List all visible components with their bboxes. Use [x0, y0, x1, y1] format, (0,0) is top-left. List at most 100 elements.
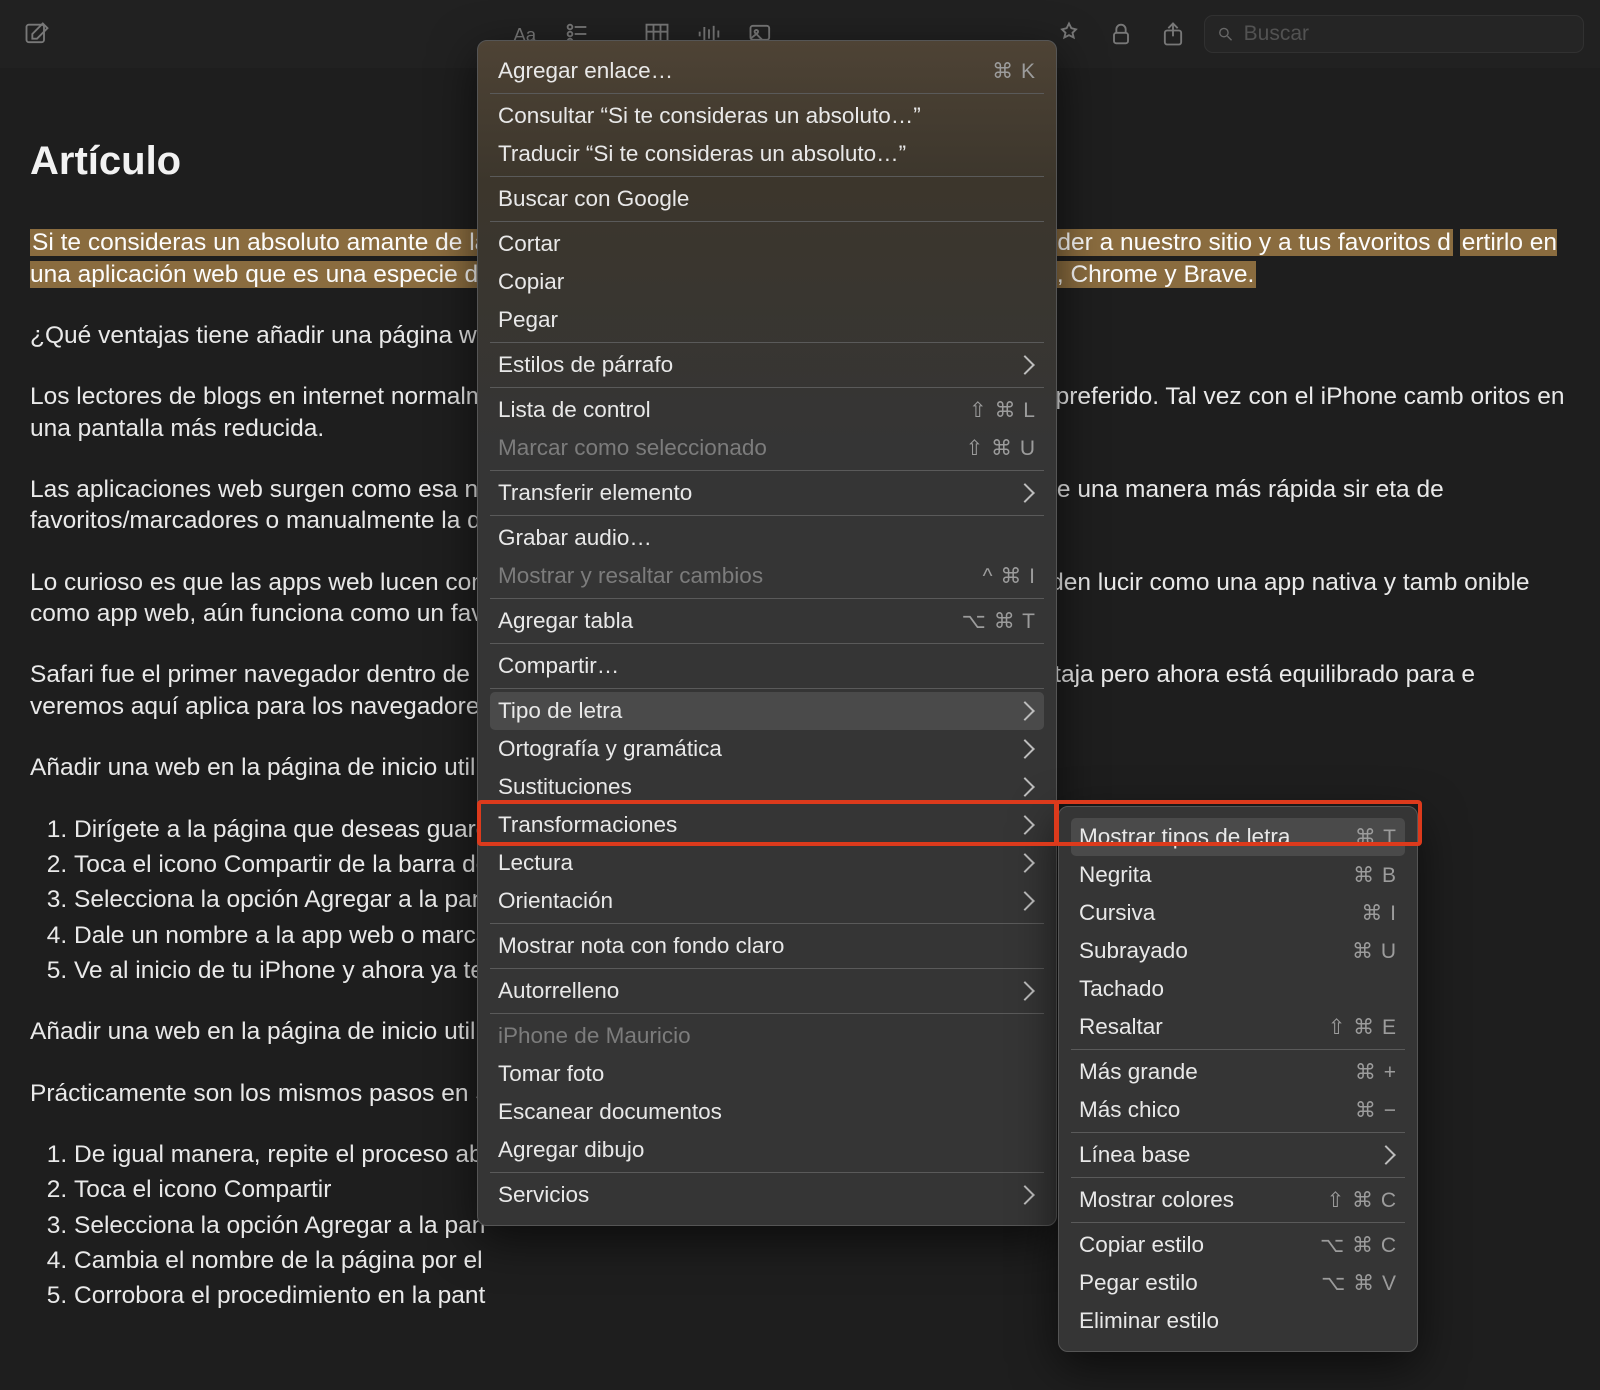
menu-item[interactable]: Tomar foto — [490, 1055, 1044, 1093]
menu-hotkey: ⌘ B — [1353, 863, 1397, 888]
chevron-right-icon — [1015, 355, 1035, 375]
menu-item[interactable]: Más grande ⌘ + — [1071, 1053, 1405, 1091]
menu-item: iPhone de Mauricio — [490, 1017, 1044, 1055]
menu-item-label: Resaltar — [1079, 1014, 1163, 1040]
menu-item-label: Orientación — [498, 888, 613, 914]
font-submenu[interactable]: Mostrar tipos de letra ⌘ T Negrita⌘ BCursi… — [1058, 806, 1418, 1352]
menu-item[interactable]: Cortar — [490, 225, 1044, 263]
menu-item[interactable]: Compartir… — [490, 647, 1044, 685]
menu-item[interactable]: Agregar tabla ⌥ ⌘ T — [490, 602, 1044, 640]
menu-item[interactable]: Orientación — [490, 882, 1044, 920]
menu-item[interactable]: Consultar “Si te consideras un absoluto…… — [490, 97, 1044, 135]
search-field[interactable] — [1204, 15, 1584, 53]
menu-item[interactable]: Cursiva⌘ I — [1071, 894, 1405, 932]
menu-item-label: Marcar como seleccionado — [498, 435, 767, 461]
menu-item[interactable]: Más chico ⌘ − — [1071, 1091, 1405, 1129]
menu-item[interactable]: Tachado — [1071, 970, 1405, 1008]
menu-item-label: Copiar estilo — [1079, 1232, 1204, 1258]
menu-item-label: Tipo de letra — [498, 698, 622, 724]
menu-item[interactable]: Buscar con Google — [490, 180, 1044, 218]
share-icon[interactable] — [1152, 13, 1194, 55]
menu-item: Mostrar y resaltar cambios ^ ⌘ I — [490, 557, 1044, 595]
menu-item[interactable]: Grabar audio… — [490, 519, 1044, 557]
menu-item[interactable]: Mostrar nota con fondo claro — [490, 927, 1044, 965]
menu-hotkey: ^ ⌘ I — [983, 564, 1036, 589]
menu-item[interactable]: Tipo de letra — [490, 692, 1044, 730]
menu-item-label: Compartir… — [498, 653, 619, 679]
menu-item-label: Escanear documentos — [498, 1099, 722, 1125]
menu-item[interactable]: Transformaciones — [490, 806, 1044, 844]
menu-item[interactable]: Eliminar estilo — [1071, 1302, 1405, 1340]
search-input[interactable] — [1244, 22, 1571, 46]
menu-item[interactable]: Lista de control⇧ ⌘ L — [490, 391, 1044, 429]
menu-item[interactable]: Agregar enlace…⌘ K — [490, 52, 1044, 90]
menu-hotkey: ⌘ I — [1361, 901, 1397, 926]
menu-hotkey: ⌥ ⌘ T — [962, 609, 1036, 634]
menu-item[interactable]: Escanear documentos — [490, 1093, 1044, 1131]
menu-item-label: Agregar tabla — [498, 608, 633, 634]
menu-item[interactable]: Servicios — [490, 1176, 1044, 1214]
menu-item-label: Subrayado — [1079, 938, 1188, 964]
menu-item-label: Línea base — [1079, 1142, 1190, 1168]
menu-item[interactable]: Pegar — [490, 301, 1044, 339]
chevron-right-icon — [1015, 1185, 1035, 1205]
menu-item-label: Tachado — [1079, 976, 1164, 1002]
menu-item-label: Autorrelleno — [498, 978, 619, 1004]
menu-hotkey: ⌘ T — [1355, 825, 1397, 850]
menu-item: Marcar como seleccionado⇧ ⌘ U — [490, 429, 1044, 467]
menu-hotkey: ⌘ − — [1355, 1098, 1397, 1123]
menu-item[interactable]: Transferir elemento — [490, 474, 1044, 512]
menu-item-label: Cortar — [498, 231, 561, 257]
menu-item-label: Mostrar tipos de letra — [1079, 824, 1290, 850]
menu-item[interactable]: Agregar dibujo — [490, 1131, 1044, 1169]
chevron-right-icon — [1015, 981, 1035, 1001]
menu-item-label: Mostrar y resaltar cambios — [498, 563, 763, 589]
menu-item-label: Sustituciones — [498, 774, 632, 800]
menu-item[interactable]: Pegar estilo ⌥ ⌘ V — [1071, 1264, 1405, 1302]
menu-item[interactable]: Ortografía y gramática — [490, 730, 1044, 768]
menu-item[interactable]: Copiar — [490, 263, 1044, 301]
menu-item[interactable]: Línea base — [1071, 1136, 1405, 1174]
menu-item[interactable]: Traducir “Si te consideras un absoluto…” — [490, 135, 1044, 173]
menu-item[interactable]: Autorrelleno — [490, 972, 1044, 1010]
chevron-right-icon — [1015, 853, 1035, 873]
chevron-right-icon — [1015, 815, 1035, 835]
menu-item[interactable]: Copiar estilo⌥ ⌘ C — [1071, 1226, 1405, 1264]
menu-item[interactable]: Mostrar colores⇧ ⌘ C — [1071, 1181, 1405, 1219]
menu-item[interactable]: Mostrar tipos de letra ⌘ T — [1071, 818, 1405, 856]
menu-hotkey: ⇧ ⌘ E — [1328, 1015, 1397, 1040]
menu-item[interactable]: Subrayado ⌘ U — [1071, 932, 1405, 970]
menu-item-label: Tomar foto — [498, 1061, 604, 1087]
chevron-right-icon — [1015, 739, 1035, 759]
menu-item-label: Estilos de párrafo — [498, 352, 673, 378]
menu-item-label: Transformaciones — [498, 812, 677, 838]
highlighted-text: Si te consideras un absoluto amante de l… — [30, 229, 490, 256]
menu-hotkey: ⇧ ⌘ C — [1327, 1188, 1397, 1213]
menu-item[interactable]: Sustituciones — [490, 768, 1044, 806]
chevron-right-icon — [1015, 701, 1035, 721]
menu-item-label: Buscar con Google — [498, 186, 689, 212]
menu-item-label: Más grande — [1079, 1059, 1198, 1085]
menu-item-label: Grabar audio… — [498, 525, 652, 551]
menu-item-label: Más chico — [1079, 1097, 1180, 1123]
menu-hotkey: ⌘ + — [1355, 1060, 1397, 1085]
menu-item[interactable]: Negrita⌘ B — [1071, 856, 1405, 894]
menu-item-label: Pegar — [498, 307, 558, 333]
menu-hotkey: ⌘ U — [1352, 939, 1397, 964]
menu-item-label: Consultar “Si te consideras un absoluto…… — [498, 103, 921, 129]
menu-item-label: Copiar — [498, 269, 564, 295]
menu-hotkey: ⇧ ⌘ L — [969, 398, 1036, 423]
compose-icon[interactable] — [16, 13, 58, 55]
menu-item-label: Eliminar estilo — [1079, 1308, 1219, 1334]
lock-icon[interactable] — [1100, 13, 1142, 55]
menu-item[interactable]: Estilos de párrafo — [490, 346, 1044, 384]
menu-item-label: Pegar estilo — [1079, 1270, 1198, 1296]
menu-item-label: Transferir elemento — [498, 480, 692, 506]
chevron-right-icon — [1015, 777, 1035, 797]
context-menu[interactable]: Agregar enlace…⌘ K Consultar “Si te consi… — [477, 40, 1057, 1226]
menu-hotkey: ⌥ ⌘ V — [1321, 1271, 1397, 1296]
menu-item[interactable]: Lectura — [490, 844, 1044, 882]
chevron-right-icon — [1015, 891, 1035, 911]
menu-hotkey: ⌘ K — [992, 59, 1036, 84]
menu-item[interactable]: Resaltar ⇧ ⌘ E — [1071, 1008, 1405, 1046]
